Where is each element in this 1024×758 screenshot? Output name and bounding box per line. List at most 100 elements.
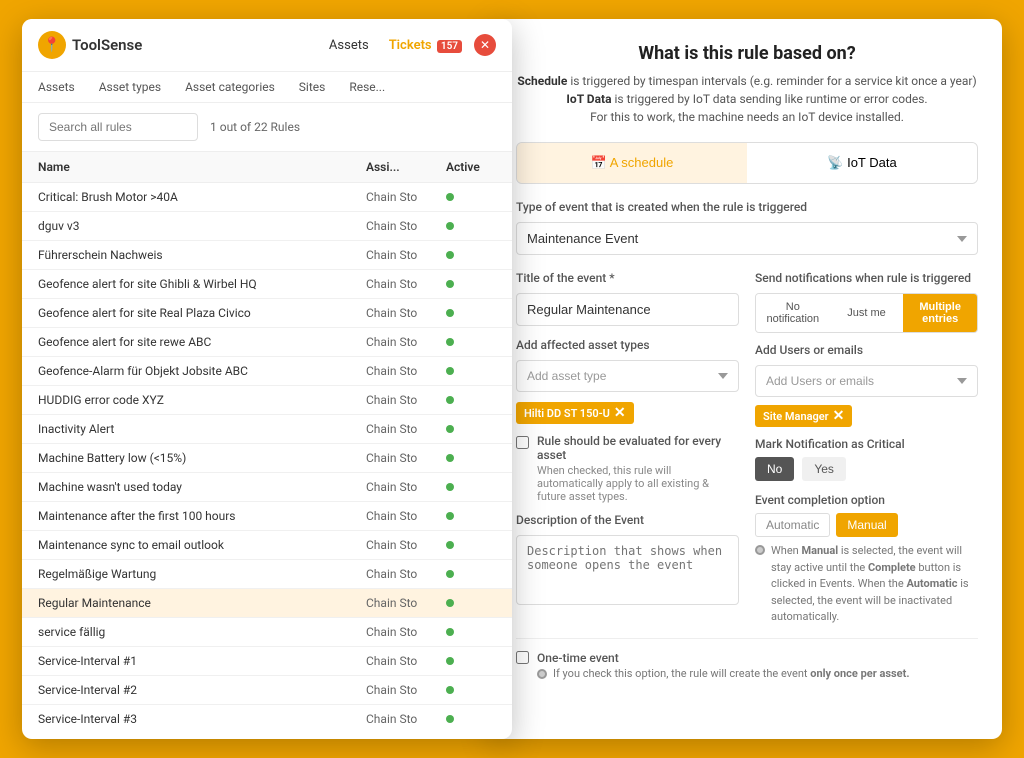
status-dot: [446, 367, 454, 375]
rules-count: 1 out of 22 Rules: [210, 120, 300, 134]
secondary-nav-asset-categories[interactable]: Asset categories: [185, 80, 275, 94]
user-tags: Site Manager ✕: [755, 405, 978, 427]
notif-just-me-button[interactable]: Just me: [830, 294, 904, 332]
status-dot: [446, 657, 454, 665]
col-left: Title of the event * Add affected asset …: [516, 271, 739, 626]
radio-dot: [755, 545, 765, 555]
iot-keyword: IoT Data: [566, 92, 611, 106]
asset-type-select[interactable]: Add asset type: [516, 360, 739, 392]
evaluate-checkbox[interactable]: [516, 436, 529, 449]
trigger-schedule-button[interactable]: 📅 A schedule: [517, 143, 747, 183]
row-assigned: Chain Sto: [366, 219, 446, 233]
comp-manual-button[interactable]: Manual: [836, 513, 897, 537]
ticket-badge: 157: [437, 40, 462, 53]
logo-icon: 📍: [38, 31, 66, 59]
notif-no-button[interactable]: No notification: [756, 294, 830, 332]
status-dot: [446, 686, 454, 694]
checkbox-desc: When checked, this rule will automatical…: [537, 464, 739, 503]
status-dot: [446, 541, 454, 549]
divider: [516, 638, 978, 639]
evaluate-checkbox-row: Rule should be evaluated for every asset…: [516, 434, 739, 503]
toggle-yes-button[interactable]: Yes: [802, 457, 846, 481]
table-row[interactable]: Critical: Brush Motor >40A Chain Sto: [22, 183, 512, 212]
row-name: Regular Maintenance: [38, 596, 366, 610]
event-type-row: Type of event that is created when the r…: [516, 200, 978, 255]
status-dot: [446, 251, 454, 259]
table-row[interactable]: Maintenance sync to email outlook Chain …: [22, 531, 512, 560]
table-row[interactable]: Service-Interval #3 Chain Sto: [22, 705, 512, 728]
table-row[interactable]: Maintenance after the first 100 hours Ch…: [22, 502, 512, 531]
table-row[interactable]: Inactivity Alert Chain Sto: [22, 415, 512, 444]
description-label: Description of the Event: [516, 513, 739, 527]
row-status: [446, 715, 496, 723]
secondary-nav-assets[interactable]: Assets: [38, 80, 75, 94]
status-dot: [446, 280, 454, 288]
table-row[interactable]: Regelmäßige Wartung Chain Sto: [22, 560, 512, 589]
asset-tag-chip: Hilti DD ST 150-U ✕: [516, 402, 634, 424]
table-row[interactable]: Geofence-Alarm für Objekt Jobsite ABC Ch…: [22, 357, 512, 386]
table-row[interactable]: Geofence alert for site rewe ABC Chain S…: [22, 328, 512, 357]
row-name: Geofence alert for site Ghibli & Wirbel …: [38, 277, 366, 291]
event-type-select[interactable]: Maintenance Event: [516, 222, 978, 255]
one-time-desc-text: If you check this option, the rule will …: [553, 667, 910, 680]
secondary-nav-asset-types[interactable]: Asset types: [99, 80, 161, 94]
status-dot: [446, 193, 454, 201]
two-columns: Title of the event * Add affected asset …: [516, 271, 978, 626]
row-status: [446, 512, 496, 520]
main-nav: Assets Tickets 157: [329, 34, 462, 57]
table-row[interactable]: Machine wasn't used today Chain Sto: [22, 473, 512, 502]
row-name: Critical: Brush Motor >40A: [38, 190, 366, 204]
subtitle-line1: is triggered by timespan intervals (e.g.…: [567, 74, 976, 88]
rule-title: What is this rule based on?: [516, 43, 978, 64]
trigger-iot-button[interactable]: 📡 IoT Data: [747, 143, 977, 183]
status-dot: [446, 599, 454, 607]
users-select[interactable]: Add Users or emails: [755, 365, 978, 397]
description-textarea[interactable]: [516, 535, 739, 605]
status-dot: [446, 715, 454, 723]
comp-automatic-button[interactable]: Automatic: [755, 513, 830, 537]
status-dot: [446, 222, 454, 230]
site-manager-tag-close[interactable]: ✕: [833, 409, 845, 423]
close-button[interactable]: ✕: [474, 34, 496, 56]
table-row[interactable]: Regular Maintenance Chain Sto: [22, 589, 512, 618]
notif-multiple-button[interactable]: Multiple entries: [903, 294, 977, 332]
status-dot: [446, 309, 454, 317]
nav-tab-tickets: Tickets 157: [389, 34, 462, 57]
secondary-nav-sites[interactable]: Sites: [299, 80, 326, 94]
one-time-label: One-time event: [537, 651, 910, 665]
row-status: [446, 280, 496, 288]
toggle-group: No Yes: [755, 457, 978, 481]
row-name: Service-Interval #1: [38, 654, 366, 668]
schedule-keyword: Schedule: [517, 74, 567, 88]
row-assigned: Chain Sto: [366, 277, 446, 291]
secondary-nav-rese[interactable]: Rese...: [349, 80, 385, 94]
table-row[interactable]: Geofence alert for site Real Plaza Civic…: [22, 299, 512, 328]
table-row[interactable]: service fällig Chain Sto: [22, 618, 512, 647]
nav-tab-assets[interactable]: Assets: [329, 34, 369, 57]
table-row[interactable]: Führerschein Nachweis Chain Sto: [22, 241, 512, 270]
notification-label: Send notifications when rule is triggere…: [755, 271, 978, 285]
table-row[interactable]: HUDDIG error code XYZ Chain Sto: [22, 386, 512, 415]
table-row[interactable]: dguv v3 Chain Sto: [22, 212, 512, 241]
row-status: [446, 193, 496, 201]
th-name: Name: [38, 160, 366, 174]
row-status: [446, 309, 496, 317]
row-assigned: Chain Sto: [366, 422, 446, 436]
mark-critical: Mark Notification as Critical No Yes: [755, 437, 978, 481]
toggle-no-button[interactable]: No: [755, 457, 794, 481]
table-row[interactable]: Machine Battery low (<15%) Chain Sto: [22, 444, 512, 473]
table-row[interactable]: Service-Interval #2 Chain Sto: [22, 676, 512, 705]
row-assigned: Chain Sto: [366, 480, 446, 494]
status-dot: [446, 512, 454, 520]
row-status: [446, 338, 496, 346]
asset-tag-close[interactable]: ✕: [614, 406, 626, 420]
search-input[interactable]: [38, 113, 198, 141]
row-assigned: Chain Sto: [366, 596, 446, 610]
table-row[interactable]: Geofence alert for site Ghibli & Wirbel …: [22, 270, 512, 299]
row-name: Machine Battery low (<15%): [38, 451, 366, 465]
event-title-input[interactable]: [516, 293, 739, 326]
one-time-checkbox[interactable]: [516, 651, 529, 664]
table-row[interactable]: Service-Interval #1 Chain Sto: [22, 647, 512, 676]
completion-desc: When Manual is selected, the event will …: [755, 543, 978, 626]
row-name: service fällig: [38, 625, 366, 639]
